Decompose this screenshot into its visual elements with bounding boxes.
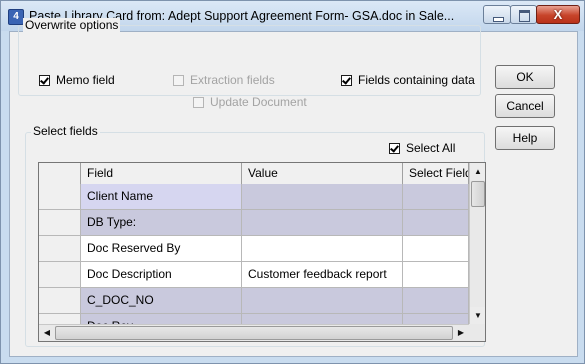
table-row[interactable]: Doc Description Customer feedback report xyxy=(39,262,469,288)
field-cell[interactable]: DB Type: xyxy=(81,210,242,235)
row-header-corner xyxy=(39,163,81,184)
minimize-button[interactable] xyxy=(483,5,511,24)
select-all-checkbox[interactable]: Select All xyxy=(389,141,455,155)
overwrite-options-title: Overwrite options xyxy=(23,18,121,32)
field-cell[interactable]: Client Name xyxy=(81,184,242,209)
dialog-window: 4 Paste Library Card from: Adept Support… xyxy=(0,0,585,364)
extraction-fields-checkbox: Extraction fields xyxy=(173,73,275,87)
checkbox-checked-icon xyxy=(39,74,50,86)
select-field-cell[interactable] xyxy=(403,262,469,287)
fields-containing-data-checkbox[interactable]: Fields containing data xyxy=(341,73,475,87)
scroll-left-icon[interactable]: ◀ xyxy=(39,325,55,341)
scroll-right-icon[interactable]: ▶ xyxy=(453,325,469,341)
row-header[interactable] xyxy=(39,262,81,287)
extraction-fields-label: Extraction fields xyxy=(190,73,275,87)
table-row[interactable]: DB Type: xyxy=(39,210,469,236)
value-cell[interactable] xyxy=(242,210,403,235)
row-header[interactable] xyxy=(39,288,81,313)
column-header-field[interactable]: Field xyxy=(81,163,242,184)
table-row[interactable]: Doc Reserved By xyxy=(39,236,469,262)
checkbox-checked-icon xyxy=(341,74,352,86)
table-row[interactable]: Client Name xyxy=(39,184,469,210)
field-cell[interactable]: Doc Description xyxy=(81,262,242,287)
select-field-cell[interactable] xyxy=(403,184,469,209)
table-row[interactable]: C_DOC_NO xyxy=(39,288,469,314)
maximize-button[interactable] xyxy=(510,5,537,24)
value-cell[interactable] xyxy=(242,236,403,261)
help-button[interactable]: Help xyxy=(495,126,555,150)
row-header[interactable] xyxy=(39,184,81,209)
row-header[interactable] xyxy=(39,210,81,235)
select-field-cell[interactable] xyxy=(403,210,469,235)
select-fields-title: Select fields xyxy=(31,124,100,138)
update-document-checkbox: Update Document xyxy=(193,95,307,109)
value-cell[interactable] xyxy=(242,288,403,313)
column-header-value[interactable]: Value xyxy=(242,163,403,184)
checkbox-checked-icon xyxy=(389,142,400,154)
scrollbar-corner xyxy=(469,324,485,341)
column-header-select-field[interactable]: Select Field xyxy=(403,163,469,184)
field-cell[interactable]: Doc Reserved By xyxy=(81,236,242,261)
fields-containing-data-label: Fields containing data xyxy=(358,73,475,87)
horizontal-scroll-thumb[interactable] xyxy=(55,326,453,340)
maximize-icon xyxy=(519,10,530,22)
close-icon: X xyxy=(553,7,563,22)
cancel-button[interactable]: Cancel xyxy=(495,94,555,118)
app-document-icon: 4 xyxy=(8,9,24,25)
field-cell[interactable]: C_DOC_NO xyxy=(81,288,242,313)
minimize-icon xyxy=(493,17,504,22)
memo-field-checkbox[interactable]: Memo field xyxy=(39,73,115,87)
select-all-label: Select All xyxy=(406,141,456,155)
scroll-down-icon[interactable]: ▼ xyxy=(470,307,485,324)
horizontal-scrollbar[interactable]: ◀ ▶ xyxy=(39,324,469,341)
checkbox-unchecked-icon xyxy=(173,74,184,86)
value-cell[interactable]: Customer feedback report xyxy=(242,262,403,287)
checkbox-unchecked-icon xyxy=(193,96,204,108)
ok-button[interactable]: OK xyxy=(495,65,555,89)
close-button[interactable]: X xyxy=(536,5,580,24)
vertical-scrollbar[interactable]: ▲ ▼ xyxy=(469,163,485,324)
memo-field-label: Memo field xyxy=(56,73,115,87)
fields-grid[interactable]: Field Value Select Field Client Name DB … xyxy=(38,162,486,342)
vertical-scroll-thumb[interactable] xyxy=(471,181,485,207)
select-field-cell[interactable] xyxy=(403,236,469,261)
grid-header: Field Value Select Field xyxy=(39,163,469,185)
select-field-cell[interactable] xyxy=(403,288,469,313)
scroll-up-icon[interactable]: ▲ xyxy=(470,163,485,180)
row-header[interactable] xyxy=(39,236,81,261)
value-cell[interactable] xyxy=(242,184,403,209)
update-document-label: Update Document xyxy=(210,95,307,109)
